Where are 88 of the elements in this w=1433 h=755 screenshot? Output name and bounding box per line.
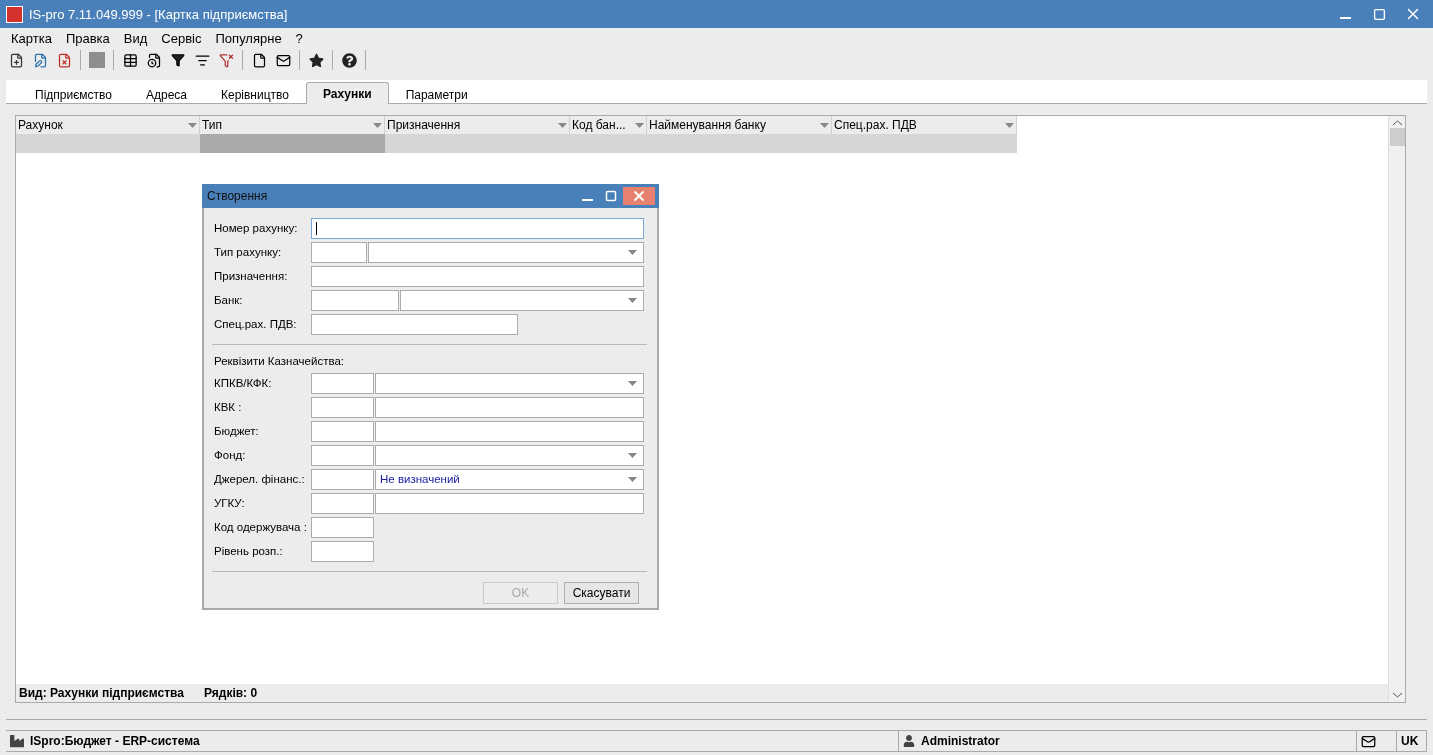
code-field[interactable] — [311, 516, 374, 538]
field-label: Рівень розп.: — [213, 545, 284, 557]
dropdown-caret-icon — [188, 122, 197, 128]
field-label: Призначення: — [213, 270, 289, 282]
column-header[interactable]: Призначення — [385, 116, 570, 134]
input-field[interactable] — [311, 217, 644, 239]
tab[interactable]: Керівництво — [204, 84, 306, 104]
table-cell[interactable] — [385, 134, 570, 153]
language-indicator: UK — [1401, 734, 1419, 748]
maximize-icon — [605, 190, 617, 202]
dropdown-field[interactable] — [375, 372, 644, 394]
field-label: Джерел. фінанс.: — [213, 473, 306, 485]
table-cell[interactable] — [832, 134, 1017, 153]
scroll-bar[interactable] — [1388, 116, 1405, 702]
code-field[interactable] — [311, 492, 374, 514]
field-label: Тип рахунку: — [213, 246, 283, 258]
dropdown-caret-icon — [628, 476, 637, 482]
minimize-icon — [1339, 17, 1351, 19]
dropdown-field[interactable] — [368, 241, 644, 263]
field-label: Бюджет: — [213, 425, 260, 437]
app-logo-icon — [6, 5, 23, 23]
dropdown-caret-icon — [628, 297, 637, 303]
user-name: Administrator — [921, 734, 1000, 748]
close-button[interactable] — [623, 187, 655, 205]
view-label: Вид: Рахунки підприємства — [19, 686, 184, 700]
column-header[interactable]: Рахунок — [16, 116, 200, 134]
code-field[interactable] — [311, 372, 374, 394]
current-cell[interactable] — [200, 134, 385, 153]
code-field[interactable] — [311, 289, 399, 311]
dropdown-caret-icon — [628, 249, 637, 255]
input-field[interactable] — [311, 313, 518, 335]
menu-item[interactable]: Популярне — [208, 30, 289, 46]
input-field[interactable] — [375, 420, 644, 442]
menu-item[interactable]: Сервіс — [154, 30, 209, 46]
code-field[interactable] — [311, 468, 374, 490]
column-header[interactable]: Код бан... — [570, 116, 647, 134]
dropdown-field[interactable] — [375, 444, 644, 466]
dropdown-caret-icon — [635, 122, 644, 128]
field-label: Фонд: — [213, 449, 247, 461]
close-icon — [631, 188, 647, 204]
app-name: ISpro:Бюджет - ERP-система — [30, 734, 200, 748]
menu-item[interactable]: Вид — [116, 30, 155, 46]
tab[interactable]: Рахунки — [306, 82, 389, 104]
dropdown-field[interactable]: Не визначений — [375, 468, 644, 490]
code-field[interactable] — [311, 540, 374, 562]
menu-item[interactable]: Картка — [4, 30, 59, 46]
tab[interactable]: Параметри — [388, 84, 485, 104]
table-cell[interactable] — [16, 134, 200, 153]
dropdown-caret-icon — [1005, 122, 1014, 128]
user-icon — [903, 735, 915, 747]
dropdown-caret-icon — [628, 452, 637, 458]
cancel-button[interactable]: Скасувати — [564, 582, 639, 604]
menu-item[interactable]: Правка — [58, 30, 117, 46]
dropdown-caret-icon — [628, 380, 637, 386]
dropdown-caret-icon — [558, 122, 567, 128]
dialog-title: Створення — [207, 189, 269, 203]
column-header[interactable]: Спец.рах. ПДВ — [832, 116, 1017, 134]
input-field[interactable] — [375, 492, 644, 514]
field-label: КПКВ/КФК: — [213, 377, 273, 389]
factory-icon — [10, 734, 24, 748]
code-field[interactable] — [311, 444, 374, 466]
tab[interactable]: Підприємство — [18, 84, 129, 104]
input-field[interactable] — [311, 265, 644, 287]
field-label: Код одержувача : — [213, 521, 308, 533]
menu-item[interactable]: ? — [288, 30, 310, 46]
section-heading: Реквізити Казначейства: — [213, 354, 345, 369]
dropdown-caret-icon — [373, 122, 382, 128]
code-field[interactable] — [311, 420, 374, 442]
dropdown-field[interactable] — [400, 289, 644, 311]
minimize-icon — [581, 199, 593, 201]
field-label: Банк: — [213, 294, 244, 306]
field-label: Номер рахунку: — [213, 222, 299, 234]
window-title: IS-pro 7.11.049.999 - [Картка підприємства] — [29, 6, 289, 22]
help-icon[interactable] — [339, 50, 359, 70]
tab[interactable]: Адреса — [128, 84, 204, 104]
code-field[interactable] — [311, 241, 367, 263]
field-label: КВК : — [213, 401, 243, 413]
field-label: УГКУ: — [213, 497, 246, 509]
field-label: Спец.рах. ПДВ: — [213, 318, 298, 330]
maximize-icon — [1372, 7, 1386, 21]
column-header[interactable]: Найменування банку — [647, 116, 832, 134]
input-field[interactable] — [375, 396, 644, 418]
row-count: Рядків: 0 — [203, 686, 258, 700]
column-header[interactable]: Тип — [200, 116, 385, 134]
square-icon[interactable] — [87, 50, 107, 70]
code-field[interactable] — [311, 396, 374, 418]
mail-icon[interactable] — [1361, 733, 1376, 749]
dropdown-caret-icon — [820, 122, 829, 128]
